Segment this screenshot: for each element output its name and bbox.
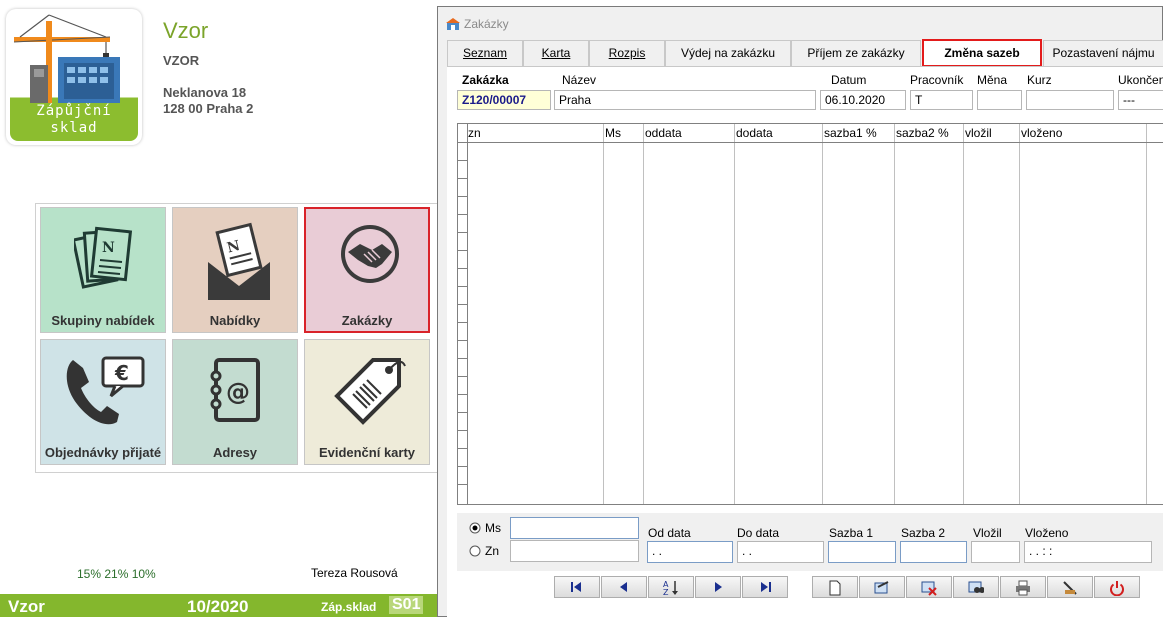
tab-seznam[interactable]: Seznam	[447, 40, 523, 66]
label-pracovnik: Pracovník	[910, 73, 964, 87]
label-od-data: Od data	[648, 526, 691, 540]
sort-icon: AZ	[663, 580, 678, 596]
vlozil-input[interactable]	[971, 541, 1020, 563]
column-header-ms[interactable]: Ms	[605, 126, 621, 140]
column-header-vlozeno[interactable]: vloženo	[1021, 126, 1062, 140]
new-record-button[interactable]	[812, 576, 858, 598]
label-datum: Datum	[831, 73, 867, 87]
radio-ms[interactable]	[469, 522, 481, 534]
tab-zmena-sazeb[interactable]: Změna sazeb	[922, 39, 1042, 67]
tab-karta[interactable]: Karta	[523, 40, 589, 66]
column-header-vlozil[interactable]: vložil	[965, 126, 992, 140]
search-icon	[968, 581, 984, 593]
tab-panel: Zakázka Název Datum Pracovník Měna Kurz …	[447, 66, 1163, 619]
tools-button[interactable]	[1047, 576, 1093, 598]
edit-record-button[interactable]	[859, 576, 905, 598]
column-header-oddata[interactable]: oddata	[645, 126, 682, 140]
label-mena: Měna	[977, 73, 1008, 87]
rates-grid[interactable]: zn Ms oddata dodata sazba1 % sazba2 % vl…	[457, 123, 1163, 505]
column-header-dodata[interactable]: dodata	[736, 126, 773, 140]
edit-record-icon	[874, 581, 889, 594]
close-icon	[1110, 581, 1124, 596]
previous-record-button[interactable]	[601, 576, 647, 598]
search-button[interactable]	[953, 576, 999, 598]
tools-icon	[1063, 581, 1077, 595]
first-record-icon	[571, 582, 581, 592]
column-header-zn[interactable]: zn	[468, 126, 481, 140]
tab-vydej-na-zakazku[interactable]: Výdej na zakázku	[665, 40, 791, 66]
delete-record-button[interactable]	[906, 576, 952, 598]
zakazky-window: Zakázky Seznam Karta Rozpis Výdej na zak…	[437, 6, 1163, 619]
label-sazba2: Sazba 2	[901, 526, 946, 540]
last-record-icon	[761, 582, 771, 592]
sazba2-input[interactable]	[900, 541, 967, 563]
delete-record-icon	[921, 581, 937, 596]
column-header-sazba2[interactable]: sazba2 %	[896, 126, 949, 140]
close-button[interactable]	[1094, 576, 1140, 598]
zn-filter-input[interactable]	[510, 540, 639, 562]
first-record-button[interactable]	[554, 576, 600, 598]
datum-field[interactable]: 06.10.2020	[820, 90, 906, 110]
label-zakazka: Zakázka	[462, 73, 509, 87]
tab-pozastaveni-najmu[interactable]: Pozastavení nájmu	[1043, 40, 1163, 66]
kurz-field[interactable]	[1026, 90, 1114, 110]
ukonceno-field[interactable]: ---	[1118, 90, 1163, 110]
tab-rozpis[interactable]: Rozpis	[589, 40, 665, 66]
radio-zn[interactable]	[469, 545, 481, 557]
filter-panel: Ms Zn Od data Do data Sazba 1 Sazba 2 Vl…	[457, 513, 1163, 571]
ms-filter-input[interactable]	[510, 517, 639, 539]
label-kurz: Kurz	[1027, 73, 1052, 87]
column-header-sazba1[interactable]: sazba1 %	[824, 126, 877, 140]
label-do-data: Do data	[737, 526, 780, 540]
vlozeno-input[interactable]: . . : :	[1024, 541, 1152, 563]
print-icon	[1016, 580, 1030, 596]
svg-text:Z: Z	[663, 588, 669, 596]
previous-record-icon	[620, 582, 627, 592]
radio-ms-label: Ms	[485, 521, 501, 535]
print-button[interactable]	[1000, 576, 1046, 598]
row-header-column	[458, 124, 468, 504]
od-data-input[interactable]: . .	[647, 541, 733, 563]
window-icon	[446, 18, 460, 30]
label-ukonceno: Ukončen	[1118, 73, 1163, 87]
next-record-icon	[715, 582, 722, 592]
next-record-button[interactable]	[695, 576, 741, 598]
pracovnik-field[interactable]: T	[910, 90, 973, 110]
window-title: Zakázky	[464, 17, 509, 31]
label-sazba1: Sazba 1	[829, 526, 874, 540]
last-record-button[interactable]	[742, 576, 788, 598]
label-nazev: Název	[562, 73, 597, 87]
sazba1-input[interactable]	[828, 541, 896, 563]
new-record-icon	[829, 580, 841, 596]
mena-field[interactable]	[977, 90, 1022, 110]
do-data-input[interactable]: . .	[737, 541, 824, 563]
nazev-field[interactable]: Praha	[554, 90, 816, 110]
zakazka-field[interactable]: Z120/00007	[457, 90, 551, 110]
grid-header: zn Ms oddata dodata sazba1 % sazba2 % vl…	[458, 124, 1163, 143]
radio-zn-label: Zn	[485, 544, 500, 558]
label-vlozil: Vložil	[973, 526, 1002, 540]
sort-button[interactable]: AZ	[648, 576, 694, 598]
label-vlozeno: Vloženo	[1025, 526, 1069, 540]
tab-prijem-ze-zakazky[interactable]: Příjem ze zakázky	[791, 40, 921, 66]
